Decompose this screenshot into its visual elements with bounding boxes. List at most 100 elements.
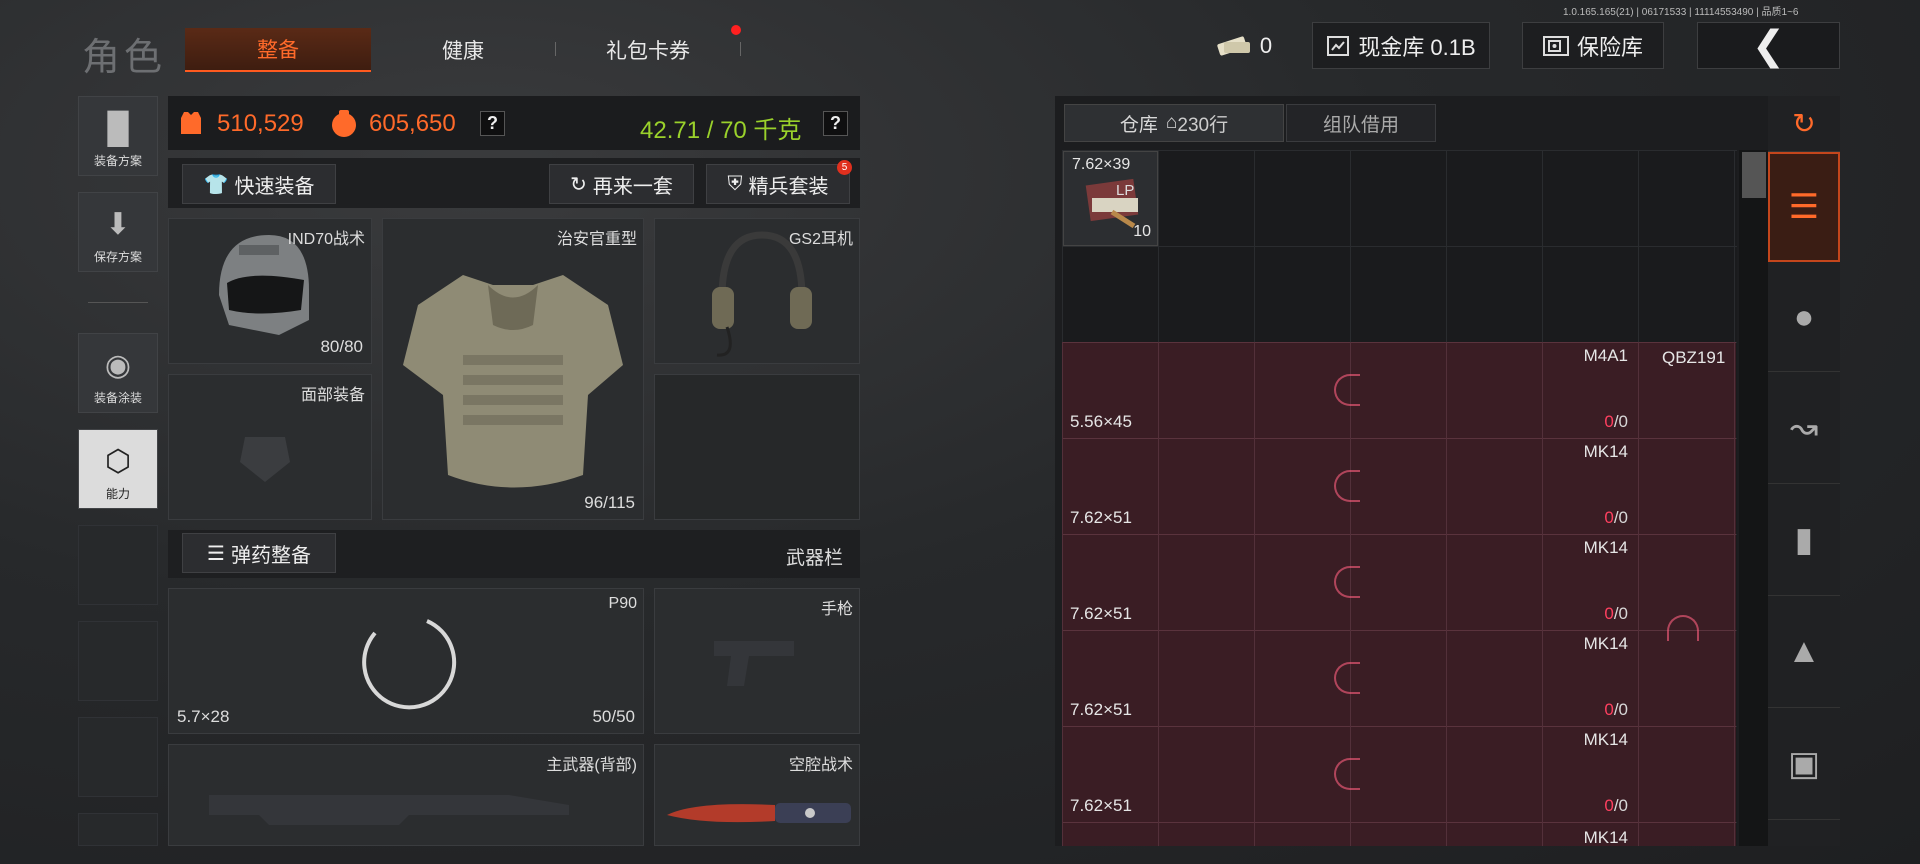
ammo-row[interactable]: MK14 7.62×51 0/0 [1062,726,1638,822]
safe-vault-button[interactable]: 保险库 [1522,22,1664,69]
storage-tab-label: 仓库 [1119,114,1158,136]
warehouse-scrollbar[interactable] [1739,150,1769,846]
sidebar-item-equip-plan[interactable]: █ 装备方案 [78,96,158,176]
item-tag: LP [1116,182,1135,199]
primary-weapon-slot[interactable]: P90 5.7×28 50/50 [168,588,644,734]
sidebar-item-ability[interactable]: ⬡ 能力 [78,429,158,509]
empty-gear-slot[interactable] [654,374,860,520]
tab-separator [740,42,741,56]
row-caliber: 7.62×51 [1070,508,1132,527]
ticket-icon [1217,35,1250,56]
quick-equip-label: 快速装备 [234,175,315,198]
pistol-slot[interactable]: 手枪 [654,588,860,734]
sidebar-empty-slot [78,813,158,846]
tab-gift-cards[interactable]: 礼包卡券 [556,28,740,72]
safe-vault-label: 保险库 [1576,34,1643,60]
row-count: 0/0 [1604,796,1628,815]
equip-again-button[interactable]: ↻ 再来一套 [549,164,694,204]
elite-set-button[interactable]: ⛨ 精兵套装 [706,164,850,204]
sidebar-item-paint[interactable]: ◉ 装备涂装 [78,333,158,413]
ammo-icon: ☰ [207,542,225,565]
ammo-box-item[interactable]: 7.62×39 LP 10 [1063,151,1158,246]
bullet-icon[interactable]: ▲ [1768,596,1840,708]
scrollbar-thumb[interactable] [1742,152,1766,198]
tab-equip[interactable]: 整备 [185,28,371,72]
weight-value: 42.71 / 70 千克 [640,117,802,144]
ammo-row[interactable]: MK14 7.62×51 0/0 [1062,630,1638,726]
sidebar-item-label: 装备方案 [93,154,142,168]
armor-slot[interactable]: 治安官重型 96/115 [382,218,644,520]
face-slot[interactable]: 面部装备 [168,374,372,520]
ammo-row[interactable]: M4A1 5.56×45 0/0 [1062,342,1638,438]
shield-icon: ⛨ [727,172,743,195]
melee-slot[interactable]: 空腔战术 [654,744,860,846]
loading-arc-icon [1334,566,1360,598]
row-weapon: MK14 [1583,634,1628,653]
row-caliber: 7.62×51 [1070,796,1132,815]
slot-durability: 80/80 [320,337,363,356]
rifle-placeholder-icon [209,795,569,825]
item-count: 10 [1133,223,1151,240]
slot-name: 手枪 [820,601,853,618]
equip-again-label: 再来一套 [592,175,673,198]
face-mask-placeholder-icon [240,437,290,482]
ammo-equip-button[interactable]: ☰ 弹药整备 [182,533,336,573]
download-icon: ⬇ [105,208,131,241]
back-button[interactable]: ❮ [1697,22,1840,69]
row-weapon: MK14 [1583,442,1628,461]
sidebar-divider [88,302,148,303]
knife-image [667,803,851,823]
cash-vault-label: 现金库 0.1B [1358,34,1476,60]
slot-name: 空腔战术 [788,757,853,774]
magazine-icon[interactable]: ▮ [1768,484,1840,596]
cash-vault-button[interactable]: 现金库 0.1B [1312,22,1490,69]
ticket-count: 0 [1259,32,1273,58]
help-icon[interactable]: ? [823,111,848,136]
ammo-row[interactable]: MK14 [1062,822,1638,846]
sort-icon[interactable]: ↻ [1768,96,1840,152]
scope-icon[interactable]: ▣ [1768,708,1840,820]
slot-caliber: 5.7×28 [177,707,230,726]
back-weapon-slot[interactable]: 主武器(背部) [168,744,644,846]
loading-arc-icon [1334,662,1360,694]
ammo-row[interactable]: MK14 7.62×51 0/0 [1062,438,1638,534]
item-caliber: 7.62×39 [1072,156,1131,173]
cash-icon [1327,35,1350,56]
ammo-equip-label: 弹药整备 [230,544,311,567]
ammo-row[interactable]: MK14 7.62×51 0/0 [1062,534,1638,630]
headset-slot[interactable]: GS2耳机 [654,218,860,364]
slot-name: P90 [608,595,637,612]
paint-icon: ◉ [104,349,132,382]
loading-arc-icon [1334,470,1360,502]
slot-name: 治安官重型 [556,231,637,248]
quick-equip-button[interactable]: 👕 快速装备 [182,164,336,204]
tab-storage[interactable]: 仓库 ⌂ 230行 [1064,104,1284,142]
row-caliber: 5.56×45 [1070,412,1132,431]
help-icon[interactable]: ? [480,111,505,136]
helmet-icon[interactable]: ● [1768,264,1840,372]
sidebar-item-label: 能力 [105,487,130,501]
refresh-icon: ↻ [570,173,587,196]
shirt-icon: 👕 [203,173,229,196]
sidebar-item-label: 保存方案 [93,250,142,264]
loading-spinner-icon [362,619,457,710]
row-count: 0/0 [1604,412,1628,431]
row-count: 0/0 [1604,604,1628,623]
ability-icon: ⬡ [104,445,132,478]
sidebar-empty-slot [78,717,158,797]
row-weapon: M4A1 [1583,346,1628,365]
loading-arc-icon [1334,758,1360,790]
all-items-icon[interactable]: ☰ [1768,152,1840,262]
tab-team-borrow[interactable]: 组队借用 [1286,104,1436,142]
rifle-icon[interactable]: ↝ [1768,372,1840,484]
slot-durability: 96/115 [584,493,635,512]
tab-health[interactable]: 健康 [371,28,555,72]
storage-row-count: 230行 [1177,114,1229,136]
page-title: 角色 [82,37,167,79]
ticket-counter[interactable]: 0 [1206,22,1282,69]
sidebar-item-save-plan[interactable]: ⬇ 保存方案 [78,192,158,272]
helmet-slot[interactable]: IND70战术 80/80 [168,218,372,364]
backpack-value: 605,650 [369,110,456,137]
slot-name: GS2耳机 [788,231,853,248]
weapon-bar-label: 武器栏 [786,548,844,569]
